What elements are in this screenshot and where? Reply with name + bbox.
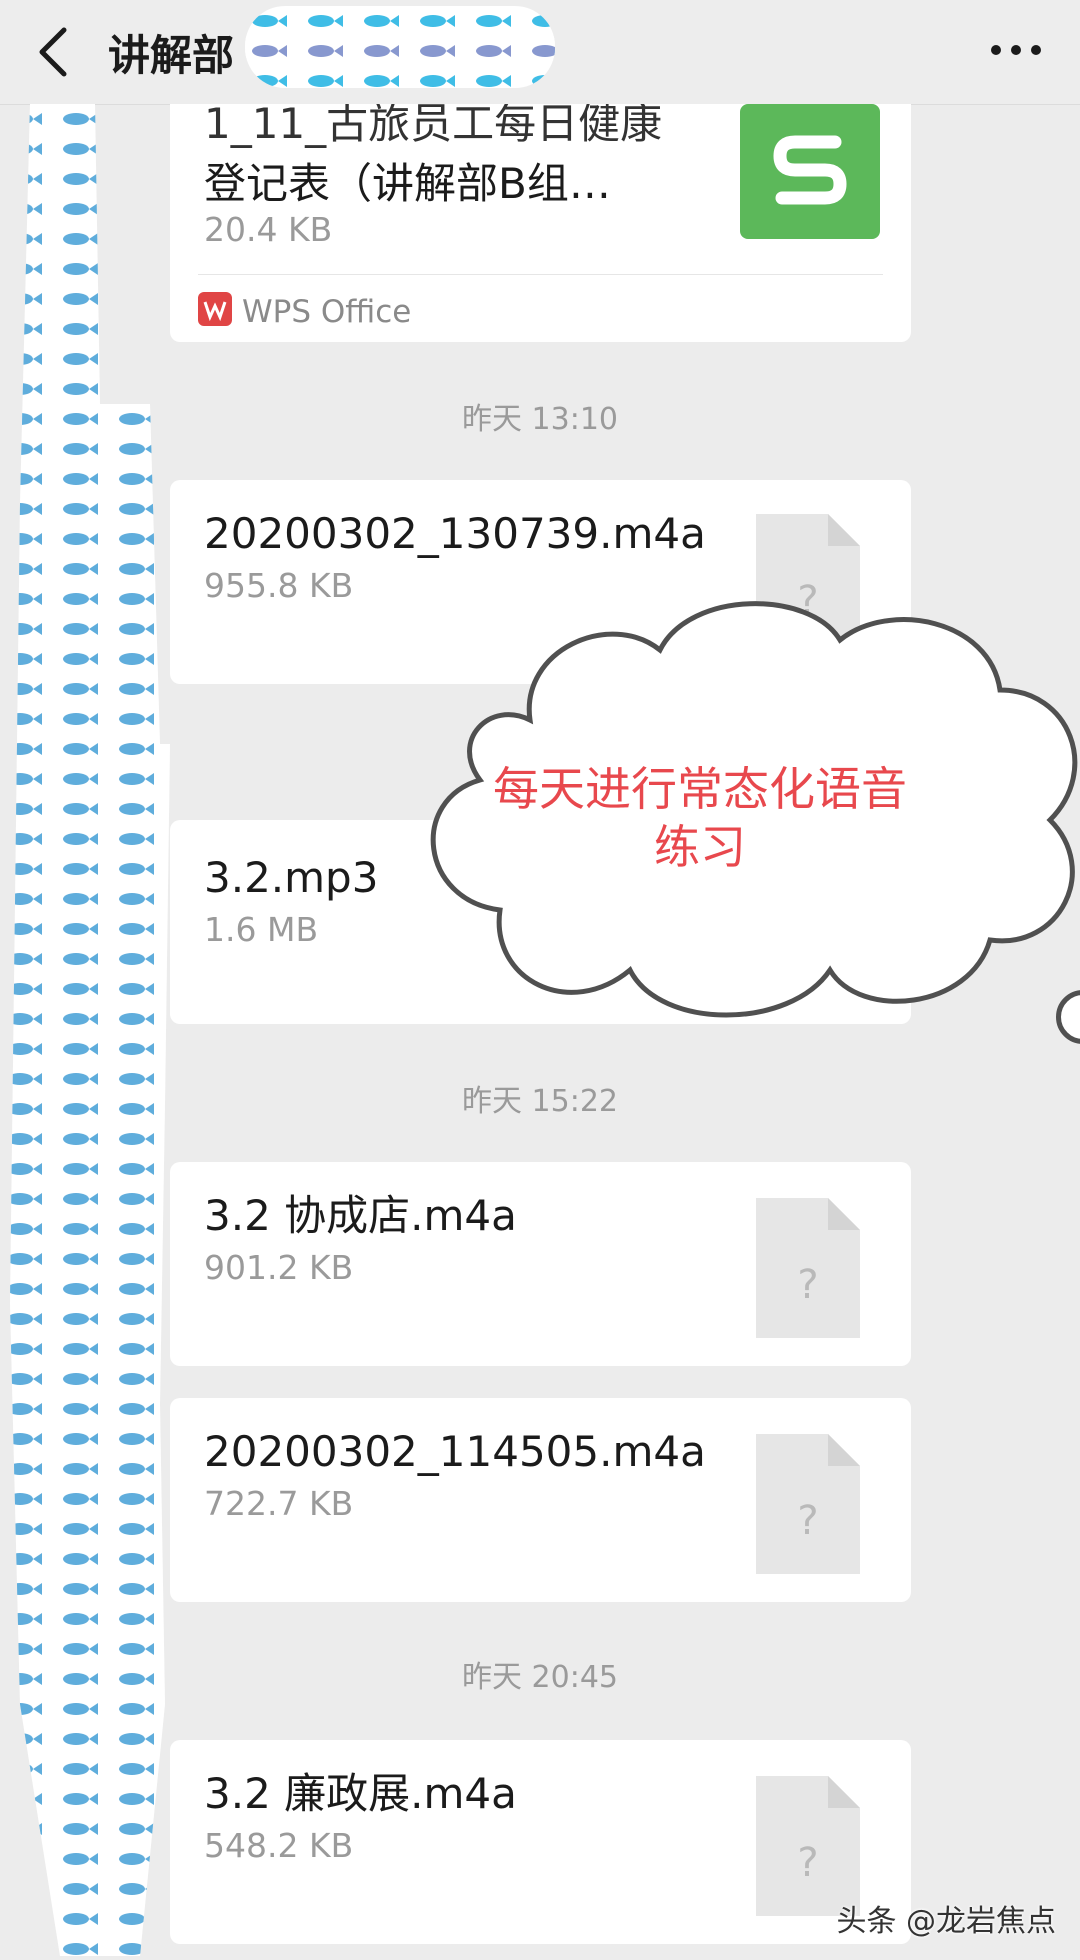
more-dots-icon	[991, 45, 1041, 55]
title-privacy-mask	[245, 6, 555, 88]
watermark: 头条 @龙岩焦点	[836, 1904, 1056, 1939]
divider	[198, 274, 883, 275]
svg-text:?: ?	[797, 1498, 818, 1544]
file-name: 20200302_130739.m4a	[204, 509, 706, 558]
file-size: 548.2 KB	[204, 1826, 354, 1865]
back-button[interactable]	[24, 16, 88, 88]
file-name-line2: 登记表（讲解部B组…	[204, 159, 611, 208]
file-size: 20.4 KB	[204, 210, 333, 249]
file-size: 1.6 MB	[204, 910, 319, 949]
file-name: 20200302_114505.m4a	[204, 1427, 706, 1476]
timestamp: 昨天 20:45	[462, 1660, 618, 1695]
source-app-name: WPS Office	[242, 294, 412, 330]
file-message[interactable]: 20200302_114505.m4a 722.7 KB ?	[170, 1398, 911, 1602]
timestamp: 昨天 13:10	[462, 402, 618, 437]
chevron-left-icon	[39, 27, 67, 77]
file-message[interactable]: 1_11_古旅员工每日健康 登记表（讲解部B组… 20.4 KB WPS Off…	[170, 104, 911, 342]
timestamp: 昨天 15:22	[462, 1084, 618, 1119]
chat-title: 讲解部	[108, 31, 235, 80]
file-name-line1: 1_11_古旅员工每日健康	[204, 104, 663, 148]
unknown-file-icon: ?	[756, 1776, 860, 1916]
svg-text:?: ?	[797, 1262, 818, 1308]
wps-sheet-icon	[740, 104, 880, 239]
wps-office-icon	[198, 292, 232, 326]
unknown-file-icon: ?	[756, 1434, 860, 1574]
file-size: 955.8 KB	[204, 566, 354, 605]
file-message[interactable]: 3.2 廉政展.m4a 548.2 KB ?	[170, 1740, 911, 1944]
callout-line1: 每天进行常态化语音	[493, 762, 907, 816]
unknown-file-icon: ?	[756, 1198, 860, 1338]
file-message[interactable]: 3.2 协成店.m4a 901.2 KB ?	[170, 1162, 911, 1366]
file-size: 901.2 KB	[204, 1248, 354, 1287]
file-name: 3.2 廉政展.m4a	[204, 1769, 517, 1818]
more-options-button[interactable]	[976, 18, 1056, 82]
file-name: 3.2 协成店.m4a	[204, 1191, 517, 1240]
file-name: 3.2.mp3	[204, 853, 379, 902]
file-size: 722.7 KB	[204, 1484, 354, 1523]
callout-line2: 练习	[654, 820, 746, 874]
chat-header: 讲解部	[0, 0, 1080, 105]
callout-text: 每天进行常态化语音 练习	[410, 760, 990, 876]
svg-text:?: ?	[797, 1840, 818, 1886]
